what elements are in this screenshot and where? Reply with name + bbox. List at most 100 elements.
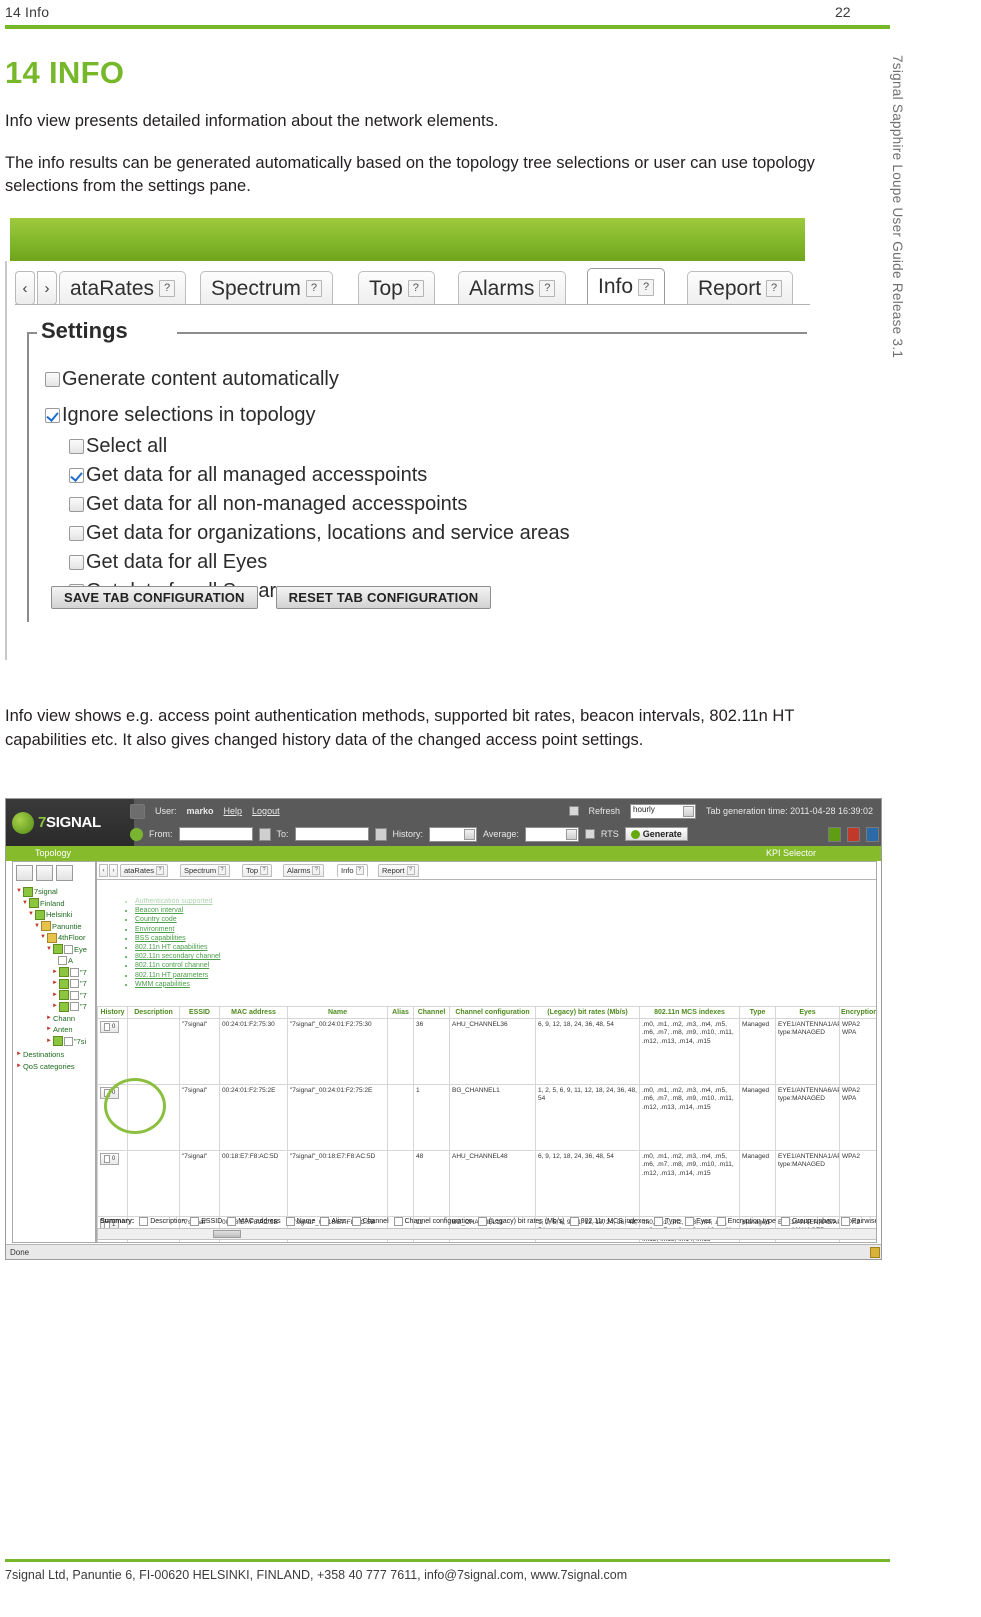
- chevron-right-icon[interactable]: ►: [52, 990, 58, 1002]
- tree-item-ap-2[interactable]: ► "7: [16, 978, 93, 990]
- help-icon[interactable]: ?: [766, 280, 783, 297]
- help-icon[interactable]: ?: [406, 866, 415, 875]
- column-header-description[interactable]: Description: [127, 1006, 180, 1020]
- logout-link[interactable]: Logout: [252, 806, 280, 816]
- chevron-right-icon[interactable]: ►: [52, 978, 58, 990]
- help-icon[interactable]: ?: [305, 280, 322, 297]
- tab-report[interactable]: Report?: [378, 864, 419, 877]
- column-header-encryption[interactable]: Encryption: [839, 1006, 876, 1020]
- kpi-link[interactable]: 802.11n HT parameters: [135, 971, 876, 980]
- help-icon[interactable]: ?: [156, 866, 165, 875]
- pdf-export-icon[interactable]: [847, 826, 860, 842]
- chevron-right-icon[interactable]: ►: [52, 1001, 58, 1013]
- excel-export-icon[interactable]: [866, 826, 879, 842]
- summary-option-bit-rates[interactable]: (Legacy) bit rates (Mb/s): [477, 1217, 565, 1226]
- tab-top[interactable]: Top ?: [358, 271, 435, 305]
- filter-icon[interactable]: [36, 865, 53, 881]
- checkbox-icon[interactable]: [685, 1217, 695, 1226]
- help-icon[interactable]: ?: [355, 866, 364, 875]
- checkbox-icon[interactable]: [285, 1217, 295, 1226]
- checkbox-icon[interactable]: [227, 1217, 237, 1226]
- checkbox-icon[interactable]: [45, 372, 60, 387]
- checkbox-icon[interactable]: [190, 1217, 200, 1226]
- tree-item-antennas[interactable]: ► Anten: [16, 1024, 93, 1036]
- summary-option-name[interactable]: Name: [285, 1217, 315, 1226]
- tree-checkbox[interactable]: [69, 990, 79, 1000]
- tree-checkbox[interactable]: [63, 1036, 73, 1046]
- checkbox-icon[interactable]: [477, 1217, 487, 1226]
- checkbox-managed-accesspoints[interactable]: Get data for all managed accesspoints: [69, 464, 427, 487]
- summary-option-eyes[interactable]: Eyes: [685, 1217, 712, 1226]
- tab-spectrum[interactable]: Spectrum?: [180, 864, 231, 877]
- tree-item-antenna[interactable]: A: [16, 955, 93, 967]
- checkbox-icon[interactable]: [780, 1217, 790, 1226]
- tree-checkbox[interactable]: [58, 956, 67, 966]
- help-icon[interactable]: ?: [638, 278, 655, 296]
- checkbox-select-all[interactable]: Select all: [69, 435, 167, 458]
- checkbox-icon[interactable]: [69, 439, 84, 454]
- checkbox-icon[interactable]: [69, 555, 84, 570]
- tab-report[interactable]: Report ?: [687, 271, 794, 305]
- tree-item-destinations[interactable]: ► Destinations: [16, 1049, 93, 1061]
- generate-button[interactable]: Generate: [624, 827, 688, 841]
- column-header-channel[interactable]: Channel: [413, 1006, 450, 1020]
- kpi-link[interactable]: 802.11n control channel: [135, 961, 876, 970]
- tab-info[interactable]: Info ?: [587, 268, 666, 305]
- column-header-alias[interactable]: Alias: [387, 1006, 414, 1020]
- rts-checkbox[interactable]: [584, 829, 595, 839]
- tree-item-finland[interactable]: ▼ Finland: [16, 898, 93, 910]
- summary-option-type[interactable]: Type: [653, 1217, 680, 1226]
- tab-info[interactable]: Info?: [337, 864, 368, 877]
- column-header-history[interactable]: History: [97, 1006, 128, 1020]
- checkbox-icon[interactable]: [69, 526, 84, 541]
- help-icon[interactable]: ?: [407, 280, 424, 297]
- summary-option-essid[interactable]: ESSID: [190, 1217, 222, 1226]
- refresh-interval-select[interactable]: hourly: [630, 803, 697, 819]
- expand-all-icon[interactable]: [16, 865, 33, 881]
- refresh-checkbox[interactable]: [568, 806, 579, 816]
- tree-item-ap-5[interactable]: ► "7si: [16, 1036, 93, 1048]
- help-icon[interactable]: ?: [218, 866, 227, 875]
- tree-item-ap-3[interactable]: ► "7: [16, 990, 93, 1002]
- kpi-link[interactable]: Beacon interval: [135, 906, 876, 915]
- chevron-right-icon[interactable]: ►: [16, 1061, 22, 1073]
- tab-datarates[interactable]: ataRates ?: [59, 271, 187, 305]
- checkbox-icon[interactable]: [320, 1217, 330, 1226]
- help-icon[interactable]: ?: [312, 866, 321, 875]
- summary-option-group-ciphers[interactable]: Group ciphers: [780, 1217, 836, 1226]
- table-horizontal-scrollbar[interactable]: [97, 1228, 876, 1240]
- checkbox-generate-content-automatically[interactable]: Generate content automatically: [45, 368, 339, 391]
- tree-checkbox[interactable]: [69, 967, 79, 977]
- history-button[interactable]: 0: [100, 1087, 120, 1100]
- tab-top[interactable]: Top?: [242, 864, 273, 877]
- chevron-down-icon[interactable]: ▼: [46, 944, 52, 956]
- cell-history[interactable]: 0: [97, 1018, 128, 1086]
- tree-item-ap-1[interactable]: ► "7: [16, 967, 93, 979]
- checkbox-all-eyes[interactable]: Get data for all Eyes: [69, 551, 267, 574]
- calendar-icon[interactable]: [258, 827, 271, 841]
- scrollbar-thumb[interactable]: [213, 1230, 241, 1238]
- tab-nav-next-button[interactable]: ›: [37, 271, 57, 305]
- chevron-right-icon[interactable]: ►: [46, 1024, 52, 1036]
- kpi-link[interactable]: Environment: [135, 925, 876, 934]
- column-header-essid[interactable]: ESSID: [179, 1006, 220, 1020]
- checkbox-icon[interactable]: [69, 497, 84, 512]
- kpi-link[interactable]: WMM capabilities: [135, 980, 876, 989]
- summary-option-encryption-type[interactable]: Encryption type: [716, 1217, 776, 1226]
- checkbox-icon[interactable]: [139, 1217, 149, 1226]
- tab-nav-prev-button[interactable]: ‹: [99, 864, 108, 877]
- tree-checkbox[interactable]: [63, 944, 73, 954]
- column-header-type[interactable]: Type: [739, 1006, 776, 1020]
- table-row[interactable]: 0 "7signal" 00:18:E7:F8:AC:5D "7signal"_…: [97, 1150, 876, 1218]
- chevron-right-icon[interactable]: ►: [16, 1049, 22, 1061]
- reset-tab-configuration-button[interactable]: RESET TAB CONFIGURATION: [275, 586, 492, 609]
- tree-item-ap-4[interactable]: ► "7: [16, 1001, 93, 1013]
- save-tab-configuration-button[interactable]: SAVE TAB CONFIGURATION: [51, 586, 258, 609]
- chevron-down-icon[interactable]: ▼: [22, 898, 28, 910]
- tab-nav-prev-button[interactable]: ‹: [15, 271, 35, 305]
- column-header-channel-configuration[interactable]: Channel configuration: [449, 1006, 536, 1020]
- summary-option-channel-configuration[interactable]: Channel configuration: [393, 1217, 473, 1226]
- tree-item-7signal[interactable]: ▼ 7signal: [16, 886, 93, 898]
- kpi-link[interactable]: Authentication supported: [135, 897, 876, 906]
- tree-item-panuntie[interactable]: ▼ Panuntie: [16, 921, 93, 933]
